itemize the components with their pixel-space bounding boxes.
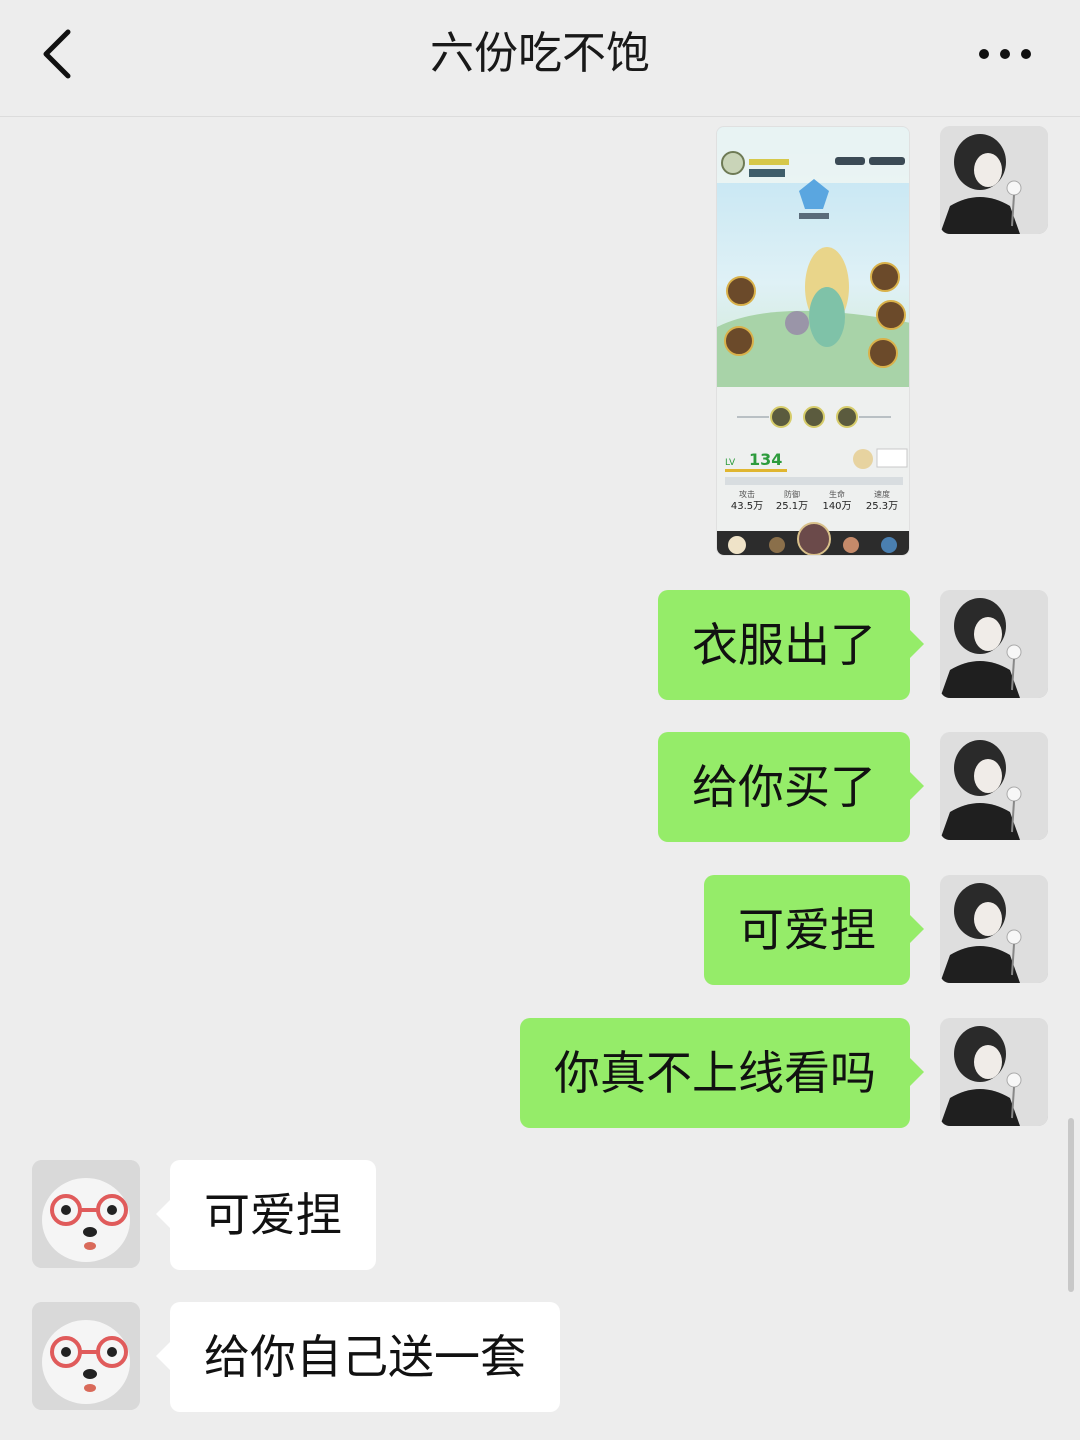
contact-avatar[interactable] bbox=[32, 1302, 140, 1410]
portrait-avatar-image bbox=[940, 732, 1048, 840]
received-message-bubble[interactable]: 给你自己送一套 bbox=[156, 1302, 560, 1412]
scrollbar[interactable] bbox=[1068, 1118, 1074, 1292]
my-avatar[interactable] bbox=[940, 590, 1048, 698]
chat-header: 六份吃不饱 bbox=[0, 0, 1080, 117]
sent-message-bubble[interactable]: 你真不上线看吗 bbox=[520, 1018, 924, 1128]
chat-title: 六份吃不饱 bbox=[430, 28, 650, 79]
shared-game-screenshot[interactable]: LV 134 攻击 防御 生命 速度 43.5万 25.1万 140万 25.3… bbox=[716, 126, 910, 556]
stat-label-hp: 生命 bbox=[829, 489, 845, 499]
my-avatar[interactable] bbox=[940, 875, 1048, 983]
portrait-avatar-image bbox=[940, 875, 1048, 983]
portrait-avatar-image bbox=[940, 1018, 1048, 1126]
contact-avatar[interactable] bbox=[32, 1160, 140, 1268]
portrait-avatar-image bbox=[940, 590, 1048, 698]
my-avatar[interactable] bbox=[940, 732, 1048, 840]
stat-label-def: 防御 bbox=[784, 489, 800, 499]
dog-avatar-image bbox=[32, 1160, 140, 1268]
svg-text:LV: LV bbox=[725, 458, 736, 468]
stat-value-hp: 140万 bbox=[822, 501, 851, 512]
more-button[interactable] bbox=[970, 34, 1040, 74]
received-message-bubble[interactable]: 可爱捏 bbox=[156, 1160, 376, 1270]
level-value: 134 bbox=[749, 450, 782, 469]
game-screenshot-image: LV 134 攻击 防御 生命 速度 43.5万 25.1万 140万 25.3… bbox=[717, 127, 909, 555]
stat-value-def: 25.1万 bbox=[776, 501, 808, 512]
stat-value-atk: 43.5万 bbox=[731, 501, 763, 512]
more-dots-icon bbox=[979, 49, 1031, 59]
stat-label-spd: 速度 bbox=[874, 489, 890, 499]
portrait-avatar-image bbox=[940, 126, 1048, 234]
sent-message-bubble[interactable]: 给你买了 bbox=[658, 732, 924, 842]
stat-label-atk: 攻击 bbox=[739, 489, 755, 499]
stat-value-spd: 25.3万 bbox=[866, 501, 898, 512]
my-avatar[interactable] bbox=[940, 1018, 1048, 1126]
sent-message-bubble[interactable]: 可爱捏 bbox=[704, 875, 924, 985]
my-avatar[interactable] bbox=[940, 126, 1048, 234]
dog-avatar-image bbox=[32, 1302, 140, 1410]
sent-message-bubble[interactable]: 衣服出了 bbox=[658, 590, 924, 700]
